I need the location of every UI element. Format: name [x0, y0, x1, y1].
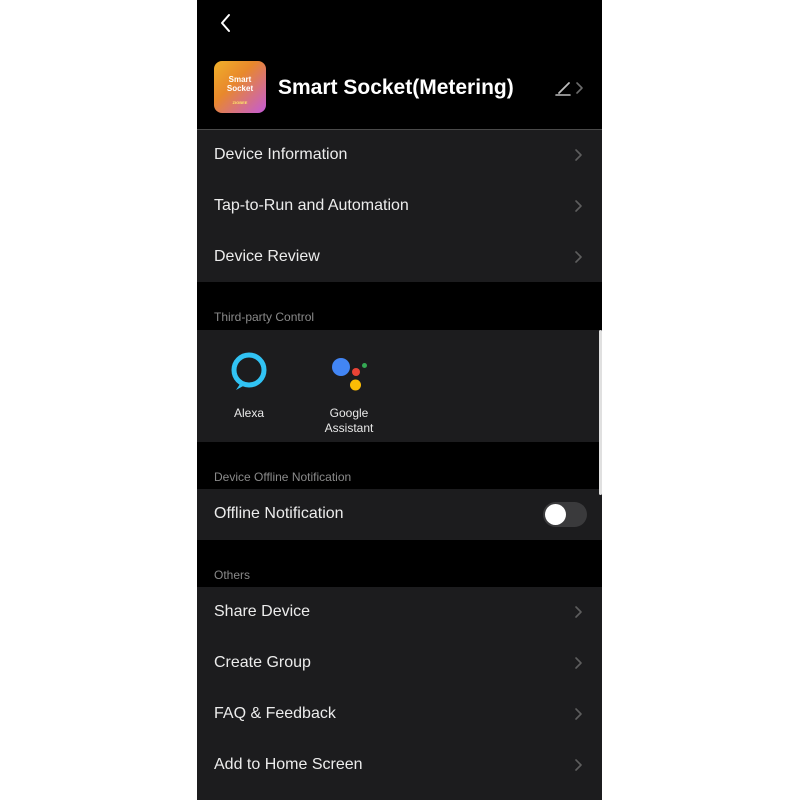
row-label: FAQ & Feedback	[214, 705, 336, 722]
create-group-row[interactable]: Create Group	[197, 638, 602, 689]
row-label: Create Group	[214, 654, 311, 671]
chevron-right-icon	[574, 757, 584, 773]
device-header: Smart Socket ZIGBEE Smart Socket(Meterin…	[197, 58, 602, 130]
chevron-right-icon	[576, 82, 583, 94]
third-party-section-label: Third-party Control	[214, 310, 315, 324]
row-label: Add to Home Screen	[214, 756, 363, 773]
edit-name-button[interactable]	[552, 78, 588, 98]
others-group: Share Device Create Group FAQ & Feedback…	[197, 587, 602, 800]
back-button[interactable]	[213, 10, 239, 36]
chevron-right-icon	[574, 706, 584, 722]
thumbnail-text-line-1: Smart	[228, 75, 252, 84]
google-assistant-label: Google Assistant	[324, 406, 374, 435]
google-assistant-icon	[327, 350, 371, 394]
device-settings-screen: Smart Socket ZIGBEE Smart Socket(Meterin…	[197, 0, 602, 800]
row-label: Device Information	[214, 146, 348, 163]
faq-feedback-row[interactable]: FAQ & Feedback	[197, 689, 602, 740]
offline-notification-row: Offline Notification	[197, 489, 602, 540]
device-review-row[interactable]: Device Review	[197, 232, 602, 283]
device-thumbnail: Smart Socket ZIGBEE	[214, 61, 266, 113]
chevron-right-icon	[574, 249, 584, 265]
offline-notification-toggle[interactable]	[543, 502, 587, 527]
scrollbar[interactable]	[599, 330, 602, 495]
thumbnail-text-line-3: ZIGBEE	[232, 100, 248, 105]
offline-group: Offline Notification	[197, 489, 602, 540]
chevron-left-icon	[221, 14, 230, 32]
row-label: Device Review	[214, 248, 320, 265]
chevron-right-icon	[574, 604, 584, 620]
tap-to-run-automation-row[interactable]: Tap-to-Run and Automation	[197, 181, 602, 232]
toggle-knob	[545, 504, 566, 525]
alexa-label: Alexa	[233, 406, 265, 420]
others-section-label: Others	[214, 568, 251, 582]
row-label: Tap-to-Run and Automation	[214, 197, 409, 214]
third-party-control-panel: Alexa Google Assistant	[197, 330, 602, 442]
chevron-right-icon	[574, 147, 584, 163]
add-to-home-screen-row[interactable]: Add to Home Screen	[197, 740, 602, 791]
row-label: Share Device	[214, 603, 311, 620]
device-title: Smart Socket(Metering)	[278, 76, 514, 99]
thumbnail-text-line-2: Socket	[226, 84, 254, 93]
share-device-row[interactable]: Share Device	[197, 587, 602, 638]
pencil-icon	[555, 82, 571, 96]
google-assistant-button[interactable]: Google Assistant	[309, 350, 389, 435]
alexa-icon	[227, 350, 271, 394]
chevron-right-icon	[574, 655, 584, 671]
device-menu-group: Device Information Tap-to-Run and Automa…	[197, 130, 602, 282]
chevron-right-icon	[574, 198, 584, 214]
alexa-button[interactable]: Alexa	[209, 350, 289, 435]
device-information-row[interactable]: Device Information	[197, 130, 602, 181]
offline-section-label: Device Offline Notification	[214, 470, 352, 484]
row-label: Offline Notification	[214, 505, 344, 522]
